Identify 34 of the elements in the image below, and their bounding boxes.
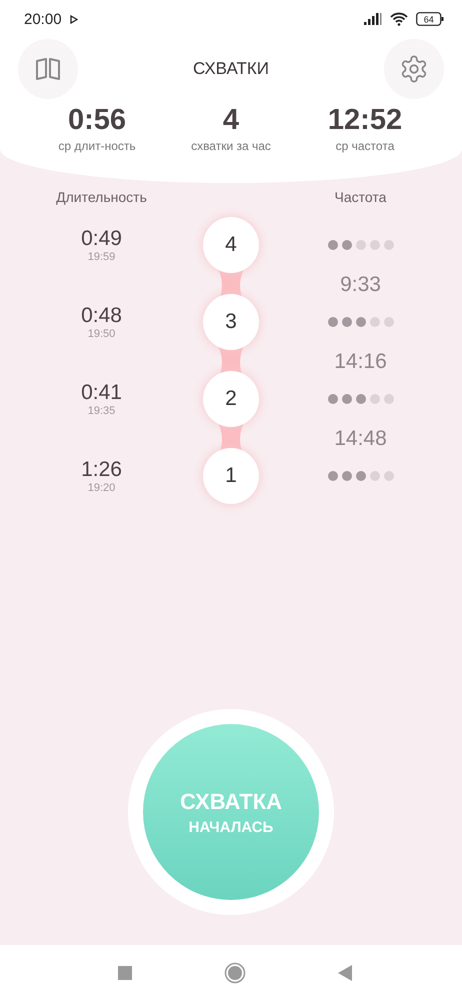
contraction-time: 19:59 [88, 251, 116, 263]
contraction-duration: 0:49 [81, 227, 122, 251]
frequency-value: 14:16 [334, 350, 387, 374]
stat-value: 4 [222, 104, 240, 137]
column-header: Длительность [56, 189, 147, 205]
contraction-duration: 1:26 [81, 458, 122, 482]
book-icon [35, 57, 61, 81]
contraction-number: 3 [203, 294, 259, 350]
stat-value: 0:56 [68, 104, 126, 137]
contraction-number: 1 [203, 448, 259, 504]
home-icon[interactable] [224, 962, 246, 984]
frequency-value: 14:48 [334, 427, 387, 451]
clock-time: 20:00 [24, 10, 62, 28]
recents-icon[interactable] [118, 966, 132, 980]
stat-value: 12:52 [328, 104, 402, 137]
stat-label: ср длит-ность [58, 139, 136, 153]
contraction-start-button[interactable]: СХВАТКА НАЧАЛАСЬ [143, 724, 319, 900]
back-icon[interactable] [338, 964, 352, 980]
frequency-value: 9:33 [340, 273, 381, 297]
contraction-time: 19:35 [88, 405, 116, 417]
contraction-number: 2 [203, 371, 259, 427]
contraction-duration: 0:41 [81, 381, 122, 405]
contraction-duration: 0:48 [81, 304, 122, 328]
signal-icon [364, 13, 382, 25]
wifi-icon [390, 12, 408, 26]
play-icon [70, 14, 78, 24]
contraction-time: 19:20 [88, 482, 116, 494]
column-header: Частота [334, 189, 386, 205]
contraction-time: 19:50 [88, 328, 116, 340]
screen-title: СХВАТКИ [193, 59, 269, 79]
stat-label: схватки за час [191, 139, 271, 153]
battery-icon: 64 [416, 12, 444, 26]
stat-label: ср частота [336, 139, 394, 153]
contraction-number: 4 [203, 217, 259, 273]
